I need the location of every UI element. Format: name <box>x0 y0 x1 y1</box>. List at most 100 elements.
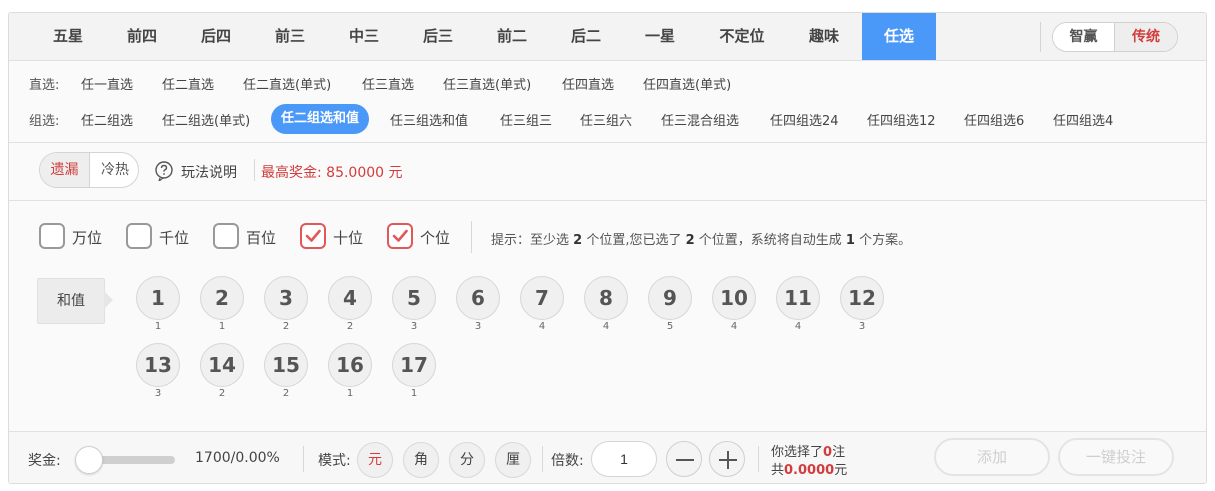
add-button[interactable]: 添加 <box>934 438 1050 476</box>
position-checkbox-1[interactable]: 千位 <box>126 221 200 255</box>
group-option-10[interactable]: 任四组选4 <box>1053 110 1113 129</box>
group-option-1[interactable]: 任二组选(单式) <box>162 110 250 129</box>
number-ball-item: 42 <box>328 276 374 342</box>
number-ball[interactable]: 9 <box>648 276 692 320</box>
group-option-4[interactable]: 任三组三 <box>500 110 552 129</box>
miss-count: 3 <box>858 321 866 332</box>
sum-label-arrow <box>104 291 113 309</box>
group-label: 组选: <box>29 114 60 129</box>
miss-button[interactable]: 遗漏 <box>40 153 90 187</box>
number-ball[interactable]: 13 <box>136 343 180 387</box>
checkbox-icon <box>126 223 152 249</box>
tab-4[interactable]: 中三 <box>327 13 401 60</box>
tab-11[interactable]: 任选 <box>862 13 936 60</box>
hint-min-count: 2 <box>573 233 583 248</box>
number-ball[interactable]: 3 <box>264 276 308 320</box>
group-option-0[interactable]: 任二组选 <box>81 110 133 129</box>
lottery-panel: 五星 前四 后四 前三 中三 后三 前二 后二 一星 不定位 趣味 任选 智赢 传统 直选: 任一直选… <box>8 12 1207 484</box>
checkbox-checked-icon <box>387 223 413 249</box>
tab-2[interactable]: 后四 <box>179 13 253 60</box>
number-ball[interactable]: 16 <box>328 343 372 387</box>
checkbox-icon <box>39 223 65 249</box>
unit-button-2[interactable]: 分 <box>449 442 485 478</box>
number-ball[interactable]: 4 <box>328 276 372 320</box>
plus-icon-vertical <box>727 451 729 469</box>
hint-selected-count: 2 <box>685 233 695 248</box>
direct-option-6[interactable]: 任四直选(单式) <box>643 74 731 93</box>
prize-slider-handle[interactable] <box>75 446 103 474</box>
tab-6[interactable]: 前二 <box>475 13 549 60</box>
direct-option-3[interactable]: 任三直选 <box>362 74 414 93</box>
rules-link[interactable]: 玩法说明 <box>181 162 237 182</box>
tab-8[interactable]: 一星 <box>623 13 697 60</box>
max-prize-text: 最高奖金: 85.0000 元 <box>261 165 403 181</box>
group-option-2[interactable]: 任二组选和值 <box>271 104 370 134</box>
number-ball[interactable]: 15 <box>264 343 308 387</box>
mode-zhiying-button[interactable]: 智赢 <box>1053 23 1115 51</box>
summary-part: 共 <box>771 463 785 478</box>
direct-option-2[interactable]: 任二直选(单式) <box>243 74 331 93</box>
tab-0[interactable]: 五星 <box>31 13 105 60</box>
position-checkbox-2[interactable]: 百位 <box>213 221 287 255</box>
sum-value-label: 和值 <box>37 278 105 324</box>
group-option-8[interactable]: 任四组选12 <box>867 110 936 129</box>
decrease-button[interactable] <box>666 441 702 477</box>
position-label: 万位 <box>72 229 103 247</box>
number-ball[interactable]: 8 <box>584 276 628 320</box>
group-option-5[interactable]: 任三组六 <box>580 110 632 129</box>
position-checkbox-4[interactable]: 个位 <box>387 221 461 255</box>
position-checkbox-3[interactable]: 十位 <box>300 221 374 255</box>
number-ball[interactable]: 14 <box>200 343 244 387</box>
number-ball[interactable]: 11 <box>776 276 820 320</box>
group-option-3[interactable]: 任三组选和值 <box>390 110 468 129</box>
selected-count: 0 <box>823 445 833 460</box>
number-ball-item: 12 3 <box>840 276 886 342</box>
number-ball-item: 63 <box>456 276 502 342</box>
tab-7[interactable]: 后二 <box>549 13 623 60</box>
group-option-7[interactable]: 任四组选24 <box>770 110 839 129</box>
position-checkbox-0[interactable]: 万位 <box>39 221 113 255</box>
summary-part: 元 <box>834 463 848 478</box>
mode-traditional-button[interactable]: 传统 <box>1115 23 1177 51</box>
number-ball[interactable]: 7 <box>520 276 564 320</box>
tab-5[interactable]: 后三 <box>401 13 475 60</box>
direct-option-4[interactable]: 任三直选(单式) <box>443 74 531 93</box>
number-ball-item: 11 4 <box>776 276 822 342</box>
direct-option-0[interactable]: 任一直选 <box>81 74 133 93</box>
hint-part: 个位置，系统将自动生成 <box>694 233 846 248</box>
multiple-input[interactable] <box>591 441 657 477</box>
unit-button-0[interactable]: 元 <box>357 442 393 478</box>
tab-10[interactable]: 趣味 <box>787 13 861 60</box>
tab-1[interactable]: 前四 <box>105 13 179 60</box>
number-ball[interactable]: 6 <box>456 276 500 320</box>
play-type-tabs: 五星 前四 后四 前三 中三 后三 前二 后二 一星 不定位 趣味 任选 <box>9 13 1206 61</box>
number-ball[interactable]: 1 <box>136 276 180 320</box>
unit-button-3[interactable]: 厘 <box>495 442 531 478</box>
increase-button[interactable] <box>709 441 745 477</box>
unit-button-1[interactable]: 角 <box>403 442 439 478</box>
miss-count: 4 <box>538 321 546 332</box>
tab-9[interactable]: 不定位 <box>705 13 779 60</box>
tab-3[interactable]: 前三 <box>253 13 327 60</box>
number-ball-item: 84 <box>584 276 630 342</box>
group-option-6[interactable]: 任三混合组选 <box>661 110 739 129</box>
number-ball[interactable]: 17 <box>392 343 436 387</box>
quick-bet-button[interactable]: 一键投注 <box>1058 438 1174 476</box>
direct-option-5[interactable]: 任四直选 <box>562 74 614 93</box>
miss-hot-switch: 遗漏 冷热 <box>39 152 139 188</box>
number-ball[interactable]: 5 <box>392 276 436 320</box>
number-ball[interactable]: 2 <box>200 276 244 320</box>
number-ball[interactable]: 10 <box>712 276 756 320</box>
position-label: 百位 <box>246 229 277 247</box>
group-option-9[interactable]: 任四组选6 <box>964 110 1024 129</box>
question-icon[interactable] <box>154 161 174 181</box>
number-ball-item: 74 <box>520 276 566 342</box>
number-ball-item: 17 1 <box>392 343 438 409</box>
number-ball-item: 21 <box>200 276 246 342</box>
direct-option-1[interactable]: 任二直选 <box>162 74 214 93</box>
number-ball[interactable]: 12 <box>840 276 884 320</box>
bet-footer: 奖金: 1700/0.00% 模式: 元角分厘 倍数: 你选择了0注 共0.00… <box>9 431 1206 483</box>
direct-label: 直选: <box>29 78 60 93</box>
miss-count: 1 <box>410 388 418 399</box>
hot-cold-button[interactable]: 冷热 <box>90 153 138 187</box>
